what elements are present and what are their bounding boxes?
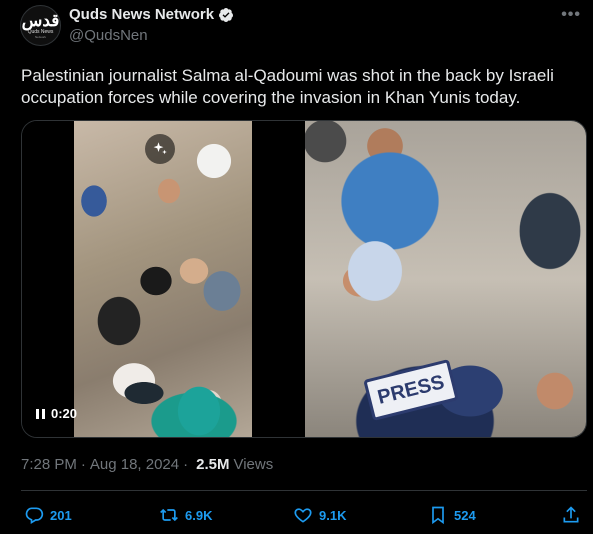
bookmark-icon [432,506,444,525]
pause-icon[interactable] [36,408,45,419]
avatar[interactable]: قدس Quds News Network [20,5,61,46]
reply-count: 201 [50,507,72,523]
video-time-label: 0:20 [51,406,78,421]
sparkle-icon[interactable] [145,134,175,164]
tweet: قدس Quds News Network Quds News Network … [0,0,593,534]
reply-button[interactable]: 201 [24,505,72,525]
meta-separator: · [80,456,86,473]
author-display-name[interactable]: Quds News Network [69,6,214,23]
tweet-text: Palestinian journalist Salma al-Qadoumi … [21,66,554,107]
repost-button[interactable]: 6.9K [159,505,212,525]
share-button[interactable] [561,505,587,525]
like-button[interactable]: 9.1K [293,505,346,525]
video-thumbnail[interactable]: 0:20 [22,121,305,437]
share-icon [563,506,579,523]
divider [21,490,587,491]
author-name-row: Quds News Network [69,6,234,23]
meta-separator-2: · [183,456,189,473]
tweet-media[interactable]: 0:20 PRESS [21,120,587,438]
tweet-time[interactable]: 7:28 PM [21,456,77,473]
video-frame [74,121,252,437]
heart-icon [294,508,312,523]
author-handle[interactable]: @QudsNen [69,27,148,44]
tweet-meta: 7:28 PM · Aug 18, 2024 · 2.5M Views [21,456,273,473]
more-options-icon[interactable]: ••• [561,6,581,24]
sparkle-icon-glyph [153,142,167,155]
action-bar: 201 6.9K 9.1K 524 [21,505,587,529]
avatar-logo-subtitle-2: Network [34,34,46,39]
repost-count: 6.9K [185,507,213,523]
photo[interactable]: PRESS [305,121,586,437]
reply-icon [25,507,44,524]
views-label: Views [233,456,274,473]
avatar-logo: قدس [21,10,60,31]
verified-badge-icon [219,7,234,22]
bookmark-count: 524 [454,507,476,523]
video-timer[interactable]: 0:20 [36,406,77,421]
repost-icon [160,508,178,522]
press-vest-label: PRESS [363,358,459,422]
like-count: 9.1K [319,507,347,523]
bookmark-button[interactable]: 524 [428,505,476,525]
views-count[interactable]: 2.5M [196,456,229,473]
tweet-date[interactable]: Aug 18, 2024 [90,456,179,473]
